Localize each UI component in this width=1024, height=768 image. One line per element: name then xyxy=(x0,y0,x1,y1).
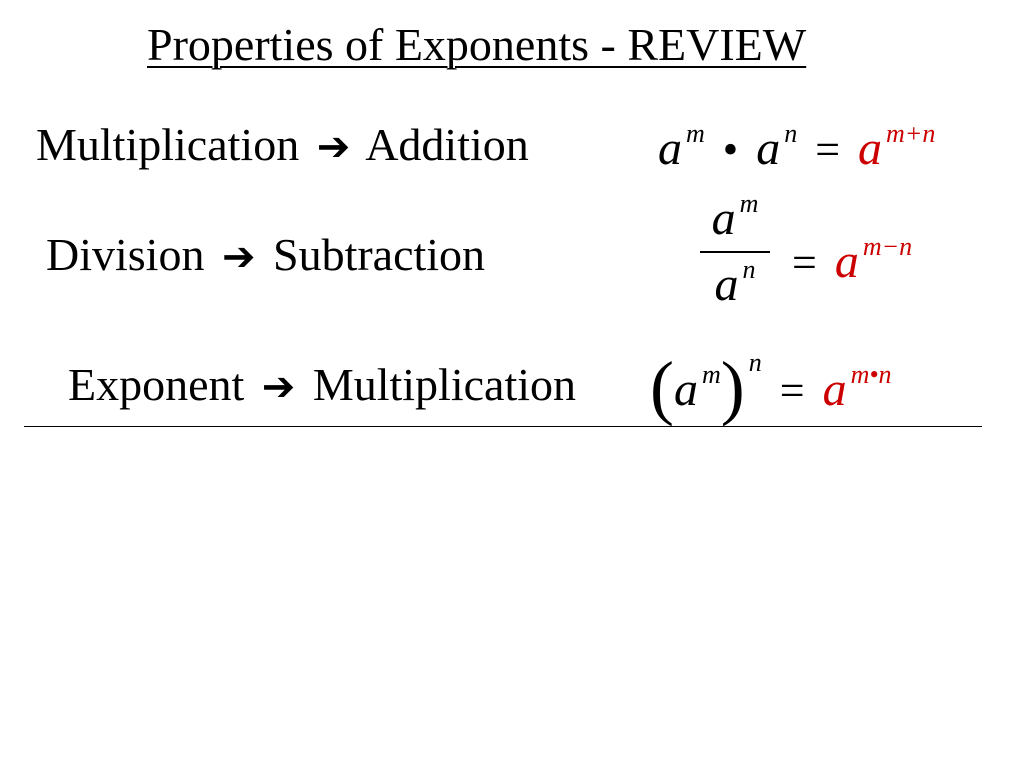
rule-exponent-multiplication: Exponent ➔ Multiplication xyxy=(68,362,576,408)
formula-exponent: n xyxy=(784,119,798,148)
equals-operator: = xyxy=(792,238,817,287)
formula-exponent: m xyxy=(686,119,705,148)
rule-right-label: Multiplication xyxy=(312,359,577,410)
rule-left-label: Division xyxy=(46,229,205,280)
fraction-denominator: an xyxy=(714,255,756,311)
left-paren: ( xyxy=(650,347,674,427)
right-arrow-icon: ➔ xyxy=(261,364,296,409)
rule-left-label: Exponent xyxy=(68,359,245,410)
rule-division-subtraction: Division ➔ Subtraction xyxy=(46,232,485,278)
rule-right-label: Subtraction xyxy=(272,229,486,280)
fraction-numerator: am xyxy=(711,189,759,245)
right-arrow-icon: ➔ xyxy=(316,124,351,169)
division-result: = a m−n xyxy=(778,234,912,288)
multiplication-formula: am • an = a m+n xyxy=(658,121,935,175)
right-arrow-icon: ➔ xyxy=(221,234,256,279)
formula-base: a xyxy=(658,122,682,175)
power-formula: (a m) n = a m•n xyxy=(650,345,892,424)
multiply-operator: • xyxy=(722,125,739,174)
result-base: a xyxy=(834,235,859,288)
result-base: a xyxy=(858,122,883,175)
division-fraction: am an xyxy=(700,189,770,311)
outer-exponent: n xyxy=(748,348,762,377)
rule-left-label: Multiplication xyxy=(36,119,300,170)
result-exponent: m+n xyxy=(886,119,936,148)
inner-exponent: m xyxy=(701,360,721,389)
divider-line xyxy=(24,426,982,427)
result-exponent: m•n xyxy=(850,360,892,389)
page-title: Properties of Exponents - REVIEW xyxy=(147,19,807,70)
right-paren: ) xyxy=(720,347,745,427)
rule-right-label: Addition xyxy=(365,119,529,170)
rule-multiplication-addition: Multiplication ➔ Addition xyxy=(36,122,529,168)
equals-operator: = xyxy=(779,366,805,415)
equals-operator: = xyxy=(815,125,841,174)
result-exponent: m−n xyxy=(862,232,913,261)
result-base: a xyxy=(822,363,847,416)
formula-base: a xyxy=(673,363,698,416)
fraction-bar xyxy=(700,251,770,253)
formula-base: a xyxy=(756,122,781,175)
